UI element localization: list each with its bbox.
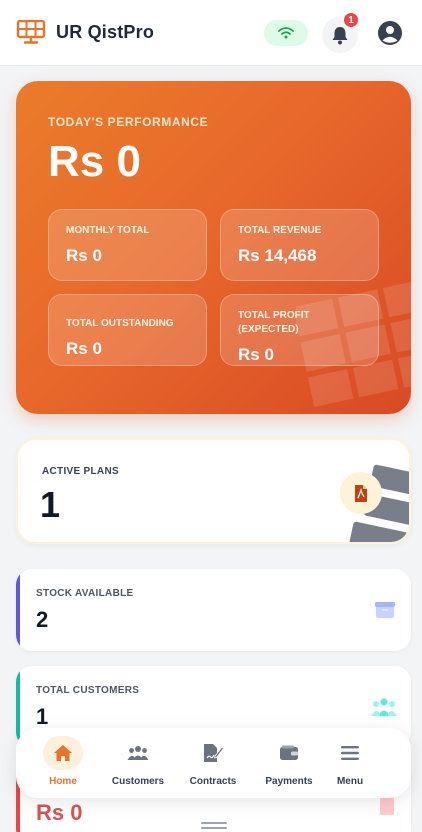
- wallet-icon: [280, 745, 298, 760]
- nav-label: Contracts: [189, 776, 237, 787]
- monthly-total-tile[interactable]: MONTHLY TOTAL Rs 0: [48, 209, 207, 281]
- app-title: UR QistPro: [56, 22, 155, 42]
- stat-label: TOTAL CUSTOMERS: [36, 685, 140, 696]
- total-profit-tile[interactable]: TOTAL PROFIT (EXPECTED) Rs 0: [220, 294, 379, 366]
- performance-card: TODAY'S PERFORMANCE Rs 0 MONTHLY TOTAL R…: [16, 81, 411, 414]
- tile-label: TOTAL PROFIT (EXPECTED): [238, 310, 310, 335]
- stat-label: STOCK AVAILABLE: [36, 588, 134, 599]
- nav-menu[interactable]: Menu: [318, 728, 382, 798]
- stock-available-card[interactable]: STOCK AVAILABLE 2: [16, 569, 411, 651]
- tile-label: MONTHLY TOTAL: [66, 225, 150, 236]
- drag-handle-line: [201, 827, 227, 829]
- bell-icon: [332, 26, 348, 44]
- performance-value: Rs 0: [48, 137, 141, 186]
- nav-icon-wrap: [43, 736, 83, 770]
- stat-value: 1: [36, 704, 49, 729]
- partial-stat-value: Rs 0: [36, 800, 83, 825]
- nav-label: Payments: [265, 776, 313, 787]
- menu-icon: [341, 746, 359, 760]
- users-icon: [371, 698, 397, 716]
- contract-icon: [204, 744, 224, 762]
- tile-label: TOTAL OUTSTANDING: [66, 318, 174, 329]
- nav-label: Customers: [111, 776, 165, 787]
- total-revenue-tile[interactable]: TOTAL REVENUE Rs 14,468: [220, 209, 379, 281]
- nav-customers[interactable]: Customers: [98, 728, 178, 798]
- card-accent: [16, 569, 20, 651]
- nav-contracts[interactable]: Contracts: [173, 728, 253, 798]
- notifications-button[interactable]: 1: [322, 11, 360, 53]
- nav-label: Home: [49, 776, 77, 787]
- nav-icon-wrap: [193, 736, 233, 770]
- tile-value: Rs 0: [66, 339, 102, 358]
- stat-value: 2: [36, 607, 49, 632]
- nav-icon-wrap: [269, 736, 309, 770]
- app-header: UR QistPro 1: [0, 0, 422, 66]
- active-plans-value: 1: [40, 484, 61, 525]
- nav-payments[interactable]: Payments: [249, 728, 329, 798]
- plans-icon-badge: [340, 472, 382, 514]
- pdf-document-icon: [355, 484, 367, 502]
- drag-handle[interactable]: [201, 822, 227, 824]
- users-icon: [127, 746, 149, 760]
- active-plans-card[interactable]: ACTIVE PLANS 1: [16, 438, 411, 544]
- connection-status[interactable]: [264, 20, 308, 46]
- tile-label: TOTAL REVENUE: [238, 225, 322, 236]
- performance-label: TODAY'S PERFORMANCE: [48, 115, 209, 129]
- tile-value: Rs 14,468: [238, 246, 317, 265]
- nav-icon-wrap: [330, 736, 370, 770]
- total-outstanding-tile[interactable]: TOTAL OUTSTANDING Rs 0: [48, 294, 207, 366]
- wifi-icon: [278, 27, 294, 39]
- active-plans-label: ACTIVE PLANS: [42, 466, 119, 477]
- nav-label: Menu: [336, 776, 364, 787]
- user-circle-icon[interactable]: [377, 20, 403, 46]
- notification-badge: 1: [342, 11, 360, 29]
- bottom-navigation: Home Customers Contracts Payments Menu: [16, 728, 411, 798]
- solar-panel-icon: [16, 20, 46, 44]
- box-icon: [375, 602, 395, 618]
- home-icon: [54, 745, 72, 761]
- nav-icon-wrap: [118, 736, 158, 770]
- nav-home[interactable]: Home: [22, 728, 104, 798]
- document-icon: [380, 797, 394, 815]
- card-accent: [16, 666, 20, 748]
- tile-value: Rs 0: [66, 246, 102, 265]
- tile-value: Rs 0: [238, 345, 274, 364]
